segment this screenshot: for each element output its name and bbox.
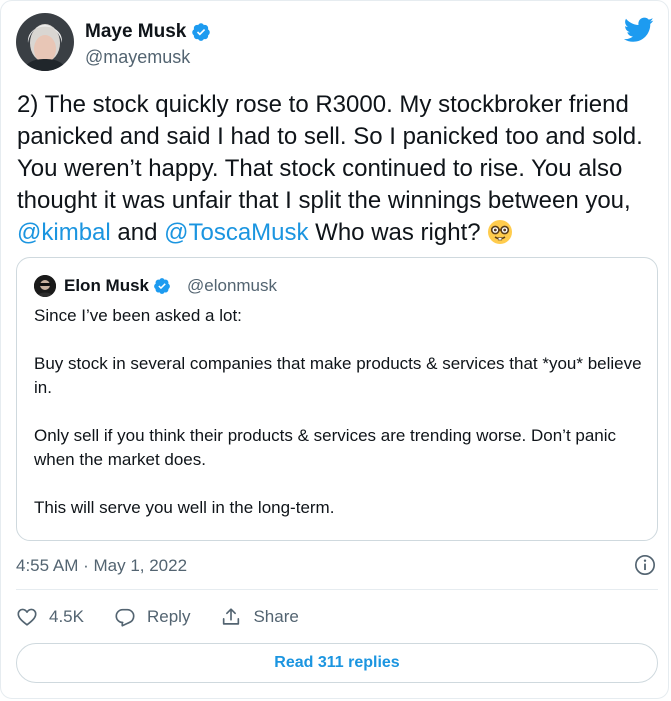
- author-handle[interactable]: @mayemusk: [85, 47, 190, 68]
- read-replies-button[interactable]: Read 311 replies: [16, 643, 658, 683]
- author-name[interactable]: Maye Musk: [85, 21, 211, 43]
- quoted-tweet[interactable]: Elon Musk @elonmusk Since I’ve been aske…: [16, 257, 658, 541]
- divider: [16, 589, 658, 590]
- verified-badge-icon: [154, 278, 170, 294]
- verified-badge-icon: [192, 23, 211, 41]
- reply-button[interactable]: Reply: [114, 606, 190, 628]
- quoted-author-name[interactable]: Elon Musk: [64, 276, 171, 296]
- quoted-paragraph: Since I’ve been asked a lot:: [34, 306, 242, 325]
- like-button[interactable]: 4.5K: [16, 606, 84, 628]
- quoted-paragraph: This will serve you well in the long-ter…: [34, 498, 335, 517]
- quoted-author-avatar[interactable]: [34, 275, 56, 297]
- tweet-timestamp[interactable]: 4:55 AM · May 1, 2022: [16, 556, 187, 576]
- action-bar: 4.5K Reply Share: [16, 602, 329, 632]
- mention-toscamusk[interactable]: @ToscaMusk: [164, 219, 308, 246]
- quoted-author-name-text[interactable]: Elon Musk: [64, 276, 149, 296]
- nerd-face-emoji: [488, 220, 513, 244]
- share-label: Share: [253, 607, 299, 626]
- reply-label: Reply: [146, 607, 191, 626]
- heart-icon: [17, 608, 37, 626]
- author-name-text[interactable]: Maye Musk: [85, 21, 186, 43]
- quoted-paragraph: Buy stock in several companies that make…: [34, 354, 642, 397]
- tweet-text: 2) The stock quickly rose to R3000. My s…: [17, 89, 662, 249]
- share-icon: [223, 608, 240, 625]
- quoted-author-handle[interactable]: @elonmusk: [187, 276, 277, 296]
- reply-icon: [115, 608, 135, 627]
- share-button[interactable]: Share: [220, 606, 299, 628]
- quoted-paragraph: Only sell if you think their products & …: [34, 426, 617, 469]
- tweet-text-part: Who was right?: [308, 219, 488, 246]
- author-avatar[interactable]: [16, 13, 74, 71]
- mention-kimbal[interactable]: @kimbal: [17, 219, 111, 246]
- twitter-bird-icon[interactable]: [624, 17, 654, 43]
- tweet-text-part: 2) The stock quickly rose to R3000. My s…: [17, 91, 643, 214]
- info-icon[interactable]: [634, 554, 656, 576]
- like-count: 4.5K: [49, 607, 84, 626]
- quoted-tweet-text: Since I’ve been asked a lot: Buy stock i…: [34, 304, 644, 544]
- tweet-card: Maye Musk @mayemusk 2) The stock quickly…: [0, 0, 669, 699]
- tweet-text-part: and: [110, 219, 165, 246]
